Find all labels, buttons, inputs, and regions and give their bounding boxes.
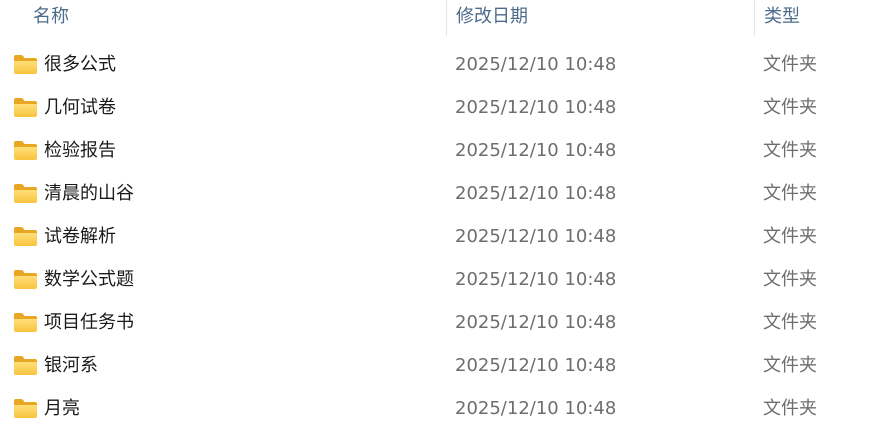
folder-icon	[14, 399, 38, 418]
file-name: 几何试卷	[44, 97, 116, 118]
file-type: 文件夹	[763, 183, 817, 204]
file-type: 文件夹	[763, 269, 817, 290]
file-date-modified: 2025/12/10 10:48	[455, 183, 617, 204]
file-row[interactable]: 试卷解析 2025/12/10 10:48 文件夹	[0, 215, 885, 258]
folder-icon	[14, 55, 38, 74]
file-date-modified: 2025/12/10 10:48	[455, 140, 617, 161]
folder-icon	[14, 141, 38, 160]
file-date-modified: 2025/12/10 10:48	[455, 355, 617, 376]
file-date-modified: 2025/12/10 10:48	[455, 269, 617, 290]
file-name: 月亮	[44, 398, 80, 419]
file-date-modified: 2025/12/10 10:48	[455, 54, 617, 75]
file-row[interactable]: 几何试卷 2025/12/10 10:48 文件夹	[0, 86, 885, 129]
file-row[interactable]: 数学公式题 2025/12/10 10:48 文件夹	[0, 258, 885, 301]
file-row[interactable]: 月亮 2025/12/10 10:48 文件夹	[0, 387, 885, 430]
folder-icon	[14, 98, 38, 117]
column-header-type[interactable]: 类型	[754, 0, 885, 36]
file-date-modified: 2025/12/10 10:48	[455, 312, 617, 333]
file-list-view: 名称 修改日期 类型 很多公式 2025/12/10 10:48 文件夹 几何试…	[0, 0, 885, 438]
column-header-name[interactable]: 名称	[0, 0, 446, 36]
file-type: 文件夹	[763, 97, 817, 118]
file-row[interactable]: 项目任务书 2025/12/10 10:48 文件夹	[0, 301, 885, 344]
file-name: 检验报告	[44, 140, 116, 161]
file-date-modified: 2025/12/10 10:48	[455, 226, 617, 247]
folder-icon	[14, 313, 38, 332]
file-date-modified: 2025/12/10 10:48	[455, 398, 617, 419]
file-type: 文件夹	[763, 140, 817, 161]
folder-icon	[14, 227, 38, 246]
file-date-modified: 2025/12/10 10:48	[455, 97, 617, 118]
folder-icon	[14, 356, 38, 375]
file-rows: 很多公式 2025/12/10 10:48 文件夹 几何试卷 2025/12/1…	[0, 43, 885, 430]
file-name: 清晨的山谷	[44, 183, 134, 204]
file-name: 数学公式题	[44, 269, 134, 290]
column-header-bar: 名称 修改日期 类型	[0, 0, 885, 36]
file-type: 文件夹	[763, 398, 817, 419]
file-row[interactable]: 银河系 2025/12/10 10:48 文件夹	[0, 344, 885, 387]
file-name: 试卷解析	[44, 226, 116, 247]
file-name: 项目任务书	[44, 312, 134, 333]
file-type: 文件夹	[763, 312, 817, 333]
column-header-date-modified[interactable]: 修改日期	[446, 0, 754, 36]
folder-icon	[14, 184, 38, 203]
file-type: 文件夹	[763, 355, 817, 376]
file-name: 很多公式	[44, 54, 116, 75]
file-type: 文件夹	[763, 54, 817, 75]
file-row[interactable]: 很多公式 2025/12/10 10:48 文件夹	[0, 43, 885, 86]
file-row[interactable]: 清晨的山谷 2025/12/10 10:48 文件夹	[0, 172, 885, 215]
file-name: 银河系	[44, 355, 98, 376]
folder-icon	[14, 270, 38, 289]
file-type: 文件夹	[763, 226, 817, 247]
file-row[interactable]: 检验报告 2025/12/10 10:48 文件夹	[0, 129, 885, 172]
